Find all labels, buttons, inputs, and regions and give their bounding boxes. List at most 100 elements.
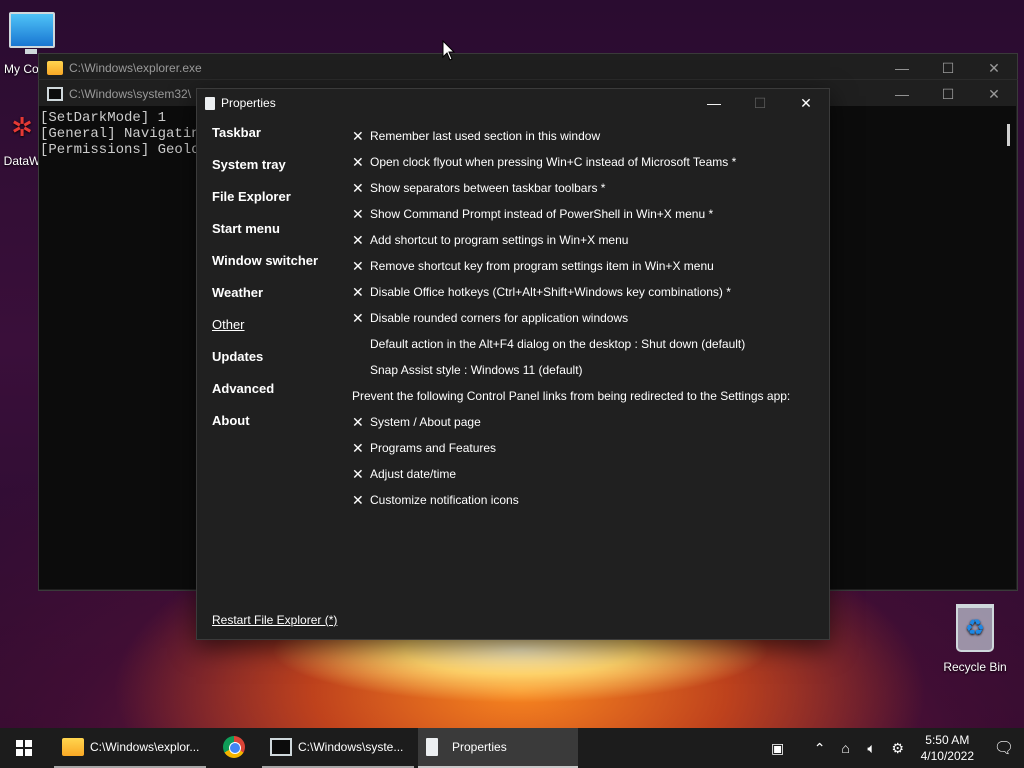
nav-item-weather[interactable]: Weather [212, 285, 318, 317]
option-row[interactable]: ✕ Show Command Prompt instead of PowerShe… [352, 201, 790, 227]
option-row-alt-f4-action[interactable]: Default action in the Alt+F4 dialog on t… [352, 331, 790, 357]
nav-item-about[interactable]: About [212, 413, 318, 445]
restart-explorer-link[interactable]: Restart File Explorer (*) [212, 613, 337, 627]
desktop-icon-datawarehouse[interactable]: ✲ DataW [2, 112, 42, 168]
check-x-icon: ✕ [352, 153, 364, 170]
chevron-up-icon[interactable]: ⌃ [807, 740, 833, 757]
option-row[interactable]: ✕ Programs and Features [352, 435, 790, 461]
network-icon[interactable]: ⌂ [833, 740, 859, 756]
check-x-icon: ✕ [352, 205, 364, 222]
news-widget-icon[interactable]: ▣ [765, 740, 791, 757]
recycle-bin-icon: ♻ [956, 604, 994, 652]
option-label: Customize notification icons [370, 493, 519, 507]
minimize-button[interactable]: — [879, 60, 925, 77]
taskbar-item-properties[interactable]: Properties [418, 728, 578, 768]
taskbar-item-label: Properties [452, 740, 507, 754]
settings-gear-icon[interactable]: ⚙ [885, 740, 911, 757]
option-label: Disable rounded corners for application … [370, 311, 629, 325]
explorer-titlebar[interactable]: C:\Windows\explorer.exe — ☐ ✕ [39, 54, 1017, 82]
option-label: Snap Assist style : Windows 11 (default) [370, 363, 583, 377]
check-x-icon: ✕ [352, 491, 364, 508]
option-label: Programs and Features [370, 441, 497, 455]
option-label: Adjust date/time [370, 467, 457, 481]
nav-item-advanced[interactable]: Advanced [212, 381, 318, 413]
mouse-cursor-icon [442, 40, 456, 61]
option-row[interactable]: ✕ Remove shortcut key from program settin… [352, 253, 790, 279]
desktop-icon-recycle-bin[interactable]: ♻ Recycle Bin [940, 604, 1010, 674]
volume-icon[interactable]: 🔈︎ [859, 740, 885, 757]
close-button[interactable]: ✕ [971, 86, 1017, 103]
clock-date: 4/10/2022 [920, 749, 974, 763]
desktop-icon-label: DataW [3, 154, 41, 168]
option-row[interactable]: ✕ Open clock flyout when pressing Win+C i… [352, 149, 790, 175]
explorer-title: C:\Windows\explorer.exe [69, 61, 202, 75]
close-button[interactable]: ✕ [971, 60, 1017, 77]
nav-item-other[interactable]: Other [212, 317, 318, 349]
nav-item-window-switcher[interactable]: Window switcher [212, 253, 318, 285]
nav-item-start-menu[interactable]: Start menu [212, 221, 318, 253]
nav-item-updates[interactable]: Updates [212, 349, 318, 381]
system-tray: ▣ ⌃ ⌂ 🔈︎ ⚙ 5:50 AM 4/10/2022 🗨︎ [765, 728, 1024, 768]
properties-window[interactable]: Properties — ☐ ✕ Taskbar System tray Fil… [196, 88, 830, 640]
properties-icon [426, 738, 438, 756]
check-x-icon: ✕ [352, 309, 364, 326]
option-row[interactable]: ✕ Adjust date/time [352, 461, 790, 487]
minimize-button[interactable]: — [879, 86, 925, 103]
option-label: Remove shortcut key from program setting… [370, 259, 714, 273]
check-x-icon: ✕ [352, 127, 364, 144]
section-nav: Taskbar System tray File Explorer Start … [212, 125, 318, 445]
check-x-icon: ✕ [352, 257, 364, 274]
folder-icon [47, 61, 63, 75]
taskbar-clock[interactable]: 5:50 AM 4/10/2022 [911, 732, 984, 764]
option-label: Disable Office hotkeys (Ctrl+Alt+Shift+W… [370, 285, 731, 299]
option-row[interactable]: ✕ Disable rounded corners for application… [352, 305, 790, 331]
taskbar-item-console[interactable]: C:\Windows\syste... [262, 728, 414, 768]
console-title: C:\Windows\system32\ [69, 87, 192, 101]
folder-icon [62, 738, 84, 756]
option-label: Show Command Prompt instead of PowerShel… [370, 207, 714, 221]
maximize-button[interactable]: ☐ [737, 95, 783, 112]
close-button[interactable]: ✕ [783, 95, 829, 112]
chrome-icon [223, 736, 245, 758]
check-x-icon: ✕ [352, 283, 364, 300]
check-x-icon: ✕ [352, 465, 364, 482]
clock-time: 5:50 AM [925, 733, 970, 747]
check-x-icon: ✕ [352, 439, 364, 456]
option-label: Add shortcut to program settings in Win+… [370, 233, 629, 247]
taskbar-item-label: C:\Windows\syste... [298, 740, 404, 754]
notification-center-icon[interactable]: 🗨︎ [984, 738, 1024, 758]
taskbar-item-chrome[interactable] [206, 728, 262, 768]
option-row[interactable]: ✕ Show separators between taskbar toolbar… [352, 175, 790, 201]
option-row[interactable]: ✕ Customize notification icons [352, 487, 790, 513]
properties-icon [205, 96, 215, 110]
check-x-icon: ✕ [352, 413, 364, 430]
option-row[interactable]: ✕ Remember last used section in this wind… [352, 123, 790, 149]
option-label: Default action in the Alt+F4 dialog on t… [370, 337, 746, 351]
nav-item-file-explorer[interactable]: File Explorer [212, 189, 318, 221]
console-scrollbar[interactable] [1007, 124, 1010, 146]
desktop-icon-label: Recycle Bin [943, 660, 1007, 674]
taskbar-item-label: C:\Windows\explor... [90, 740, 200, 754]
nav-item-system-tray[interactable]: System tray [212, 157, 318, 189]
option-label: Show separators between taskbar toolbars… [370, 181, 606, 195]
option-label: Remember last used section in this windo… [370, 129, 601, 143]
properties-titlebar[interactable]: Properties — ☐ ✕ [197, 89, 829, 117]
taskbar-item-explorer[interactable]: C:\Windows\explor... [54, 728, 206, 768]
option-label: Open clock flyout when pressing Win+C in… [370, 155, 737, 169]
maximize-button[interactable]: ☐ [925, 60, 971, 77]
option-row[interactable]: ✕ Disable Office hotkeys (Ctrl+Alt+Shift+… [352, 279, 790, 305]
option-row[interactable]: ✕ System / About page [352, 409, 790, 435]
maximize-button[interactable]: ☐ [925, 86, 971, 103]
cmd-icon [270, 738, 292, 756]
taskbar: C:\Windows\explor... C:\Windows\syste...… [0, 728, 1024, 768]
minimize-button[interactable]: — [691, 95, 737, 112]
properties-title: Properties [221, 96, 276, 110]
check-x-icon: ✕ [352, 179, 364, 196]
nav-item-taskbar[interactable]: Taskbar [212, 125, 318, 157]
this-pc-icon [9, 12, 55, 54]
start-button[interactable] [0, 728, 48, 768]
redirect-section-header: Prevent the following Control Panel link… [352, 389, 791, 403]
check-x-icon: ✕ [352, 231, 364, 248]
option-row-snap-assist[interactable]: Snap Assist style : Windows 11 (default) [352, 357, 790, 383]
option-row[interactable]: ✕ Add shortcut to program settings in Win… [352, 227, 790, 253]
